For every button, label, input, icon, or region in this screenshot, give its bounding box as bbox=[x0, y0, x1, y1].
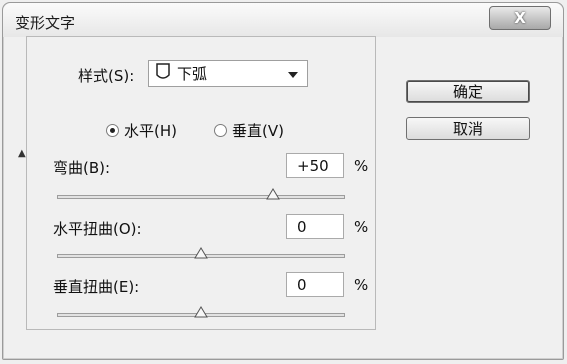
bend-slider-thumb[interactable] bbox=[265, 188, 280, 200]
hdistort-input[interactable]: 0 bbox=[286, 214, 344, 239]
vdistort-slider-track[interactable] bbox=[57, 306, 345, 318]
hdistort-slider-track[interactable] bbox=[57, 247, 345, 259]
radio-horizontal-dot bbox=[106, 124, 119, 137]
vdistort-slider-thumb[interactable] bbox=[194, 306, 208, 318]
dialog-title: 变形文字 bbox=[15, 14, 76, 32]
vdistort-unit: % bbox=[354, 276, 369, 294]
radio-horizontal[interactable]: 水平(H) bbox=[106, 120, 177, 141]
title-bar[interactable]: 变形文字 X bbox=[3, 3, 563, 37]
bend-input[interactable]: +50 bbox=[286, 153, 344, 178]
radio-vertical-label: 垂直(V) bbox=[232, 122, 284, 140]
bend-unit: % bbox=[354, 157, 369, 175]
scroll-indicator-icon: ▲ bbox=[18, 148, 26, 159]
hdistort-unit: % bbox=[354, 218, 369, 236]
bend-label: 弯曲(B): bbox=[53, 159, 111, 177]
chevron-down-icon bbox=[288, 72, 298, 78]
ok-button[interactable]: 确定 bbox=[406, 80, 530, 103]
vdistort-label: 垂直扭曲(E): bbox=[53, 278, 140, 296]
cancel-button[interactable]: 取消 bbox=[406, 117, 530, 140]
radio-horizontal-label: 水平(H) bbox=[124, 122, 177, 140]
style-select[interactable]: 下弧 bbox=[148, 60, 308, 87]
style-select-value: 下弧 bbox=[177, 65, 208, 83]
radio-vertical[interactable]: 垂直(V) bbox=[214, 120, 284, 141]
radio-vertical-dot bbox=[214, 124, 227, 137]
vdistort-input[interactable]: 0 bbox=[286, 272, 344, 297]
close-button[interactable]: X bbox=[489, 6, 551, 30]
close-icon: X bbox=[514, 8, 526, 27]
hdistort-slider-thumb[interactable] bbox=[194, 247, 208, 259]
hdistort-label: 水平扭曲(O): bbox=[53, 220, 142, 238]
bend-slider-track[interactable] bbox=[57, 188, 345, 200]
arc-lower-icon bbox=[155, 62, 171, 85]
style-label: 样式(S): bbox=[78, 67, 135, 85]
